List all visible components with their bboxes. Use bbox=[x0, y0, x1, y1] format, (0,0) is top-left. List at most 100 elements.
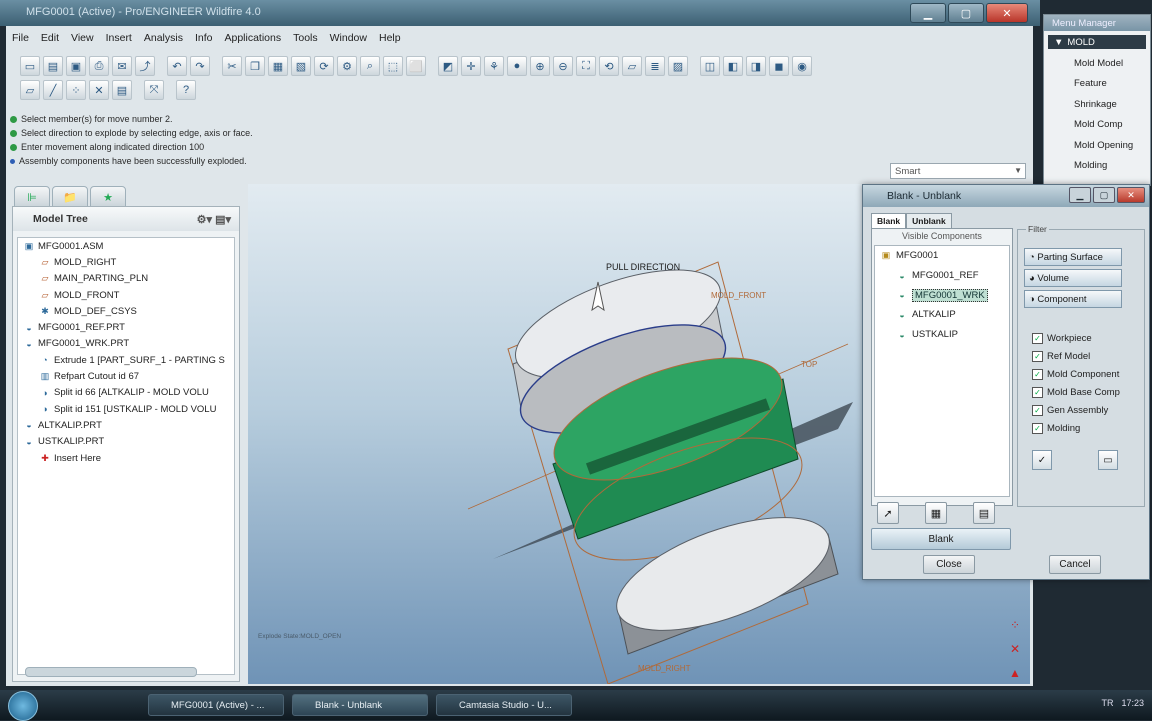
tree-item[interactable]: ✚ Insert Here bbox=[18, 450, 234, 466]
tree-settings-icon[interactable]: ⚙▾ ▤▾ bbox=[197, 213, 231, 226]
reorient-icon[interactable]: ⟲ bbox=[599, 56, 619, 76]
find-icon[interactable]: ⌕ bbox=[360, 56, 380, 76]
saved-views-icon[interactable]: ▱ bbox=[622, 56, 642, 76]
tree-item[interactable]: ▣ MFG0001.ASM bbox=[18, 238, 234, 254]
start-button[interactable] bbox=[8, 691, 38, 721]
datum-plane-icon[interactable]: ▱ bbox=[20, 80, 40, 100]
menu-insert[interactable]: Insert bbox=[100, 32, 138, 48]
repaint-icon[interactable]: ◩ bbox=[438, 56, 458, 76]
dialog-maximize-button[interactable]: ▢ bbox=[1093, 187, 1115, 203]
paste-icon[interactable]: ▦ bbox=[268, 56, 288, 76]
hidden-line-icon[interactable]: ◧ bbox=[723, 56, 743, 76]
mm-item-mold-opening[interactable]: Mold Opening bbox=[1044, 135, 1150, 156]
open-folder-icon[interactable]: ▤ bbox=[43, 56, 63, 76]
maximize-button[interactable]: ▢ bbox=[948, 3, 984, 23]
datum-axis-icon[interactable]: ╱ bbox=[43, 80, 63, 100]
task-camtasia[interactable]: Camtasia Studio - U... bbox=[436, 694, 572, 716]
regenerate-icon[interactable]: ⟳ bbox=[314, 56, 334, 76]
tree-item[interactable]: ◑ Split id 66 [ALTKALIP - MOLD VOLU bbox=[18, 385, 234, 401]
select-all-icon[interactable]: ▦ bbox=[925, 502, 947, 524]
select-window-icon[interactable]: ⬜ bbox=[406, 56, 426, 76]
dialog-close-button[interactable]: ✕ bbox=[1117, 187, 1145, 203]
filter-workpiece-checkbox[interactable]: ✓ Workpiece bbox=[1032, 330, 1092, 346]
menu-info[interactable]: Info bbox=[189, 32, 219, 48]
component-list-item[interactable]: ◒ USTKALIP bbox=[875, 325, 1009, 345]
tree-item[interactable]: ▥ Refpart Cutout id 67 bbox=[18, 368, 234, 384]
tree-item[interactable]: ✱ MOLD_DEF_CSYS bbox=[18, 303, 234, 319]
zoom-in-icon[interactable]: ⊕ bbox=[530, 56, 550, 76]
pick-select-icon[interactable]: ➚ bbox=[877, 502, 899, 524]
deselect-all-icon[interactable]: ▤ bbox=[973, 502, 995, 524]
wireframe-icon[interactable]: ◫ bbox=[700, 56, 720, 76]
datum-point-icon[interactable]: ⁘ bbox=[66, 80, 86, 100]
datum-csys-icon[interactable]: ✕ bbox=[89, 80, 109, 100]
menu-help[interactable]: Help bbox=[373, 32, 407, 48]
tree-item[interactable]: ◒ ALTKALIP.PRT bbox=[18, 417, 234, 433]
tab-unblank[interactable]: Unblank bbox=[906, 213, 952, 228]
regenerate-manager-icon[interactable]: ⚙ bbox=[337, 56, 357, 76]
tab-favorites[interactable]: ★ bbox=[90, 186, 126, 208]
tab-folder-browser[interactable]: 📁 bbox=[52, 186, 88, 208]
tab-blank[interactable]: Blank bbox=[871, 213, 907, 228]
blank-button[interactable]: Blank bbox=[871, 528, 1011, 550]
model-tree-icon[interactable]: ◉ bbox=[792, 56, 812, 76]
mm-item-mold-model[interactable]: Mold Model bbox=[1044, 53, 1150, 74]
redo-icon[interactable]: ↷ bbox=[190, 56, 210, 76]
view-manager-icon[interactable]: ▨ bbox=[668, 56, 688, 76]
zoom-out-icon[interactable]: ⊖ bbox=[553, 56, 573, 76]
tree-item[interactable]: ◒ MFG0001_WRK.PRT bbox=[18, 336, 234, 352]
task-proe[interactable]: MFG0001 (Active) - ... bbox=[148, 694, 284, 716]
component-list-item[interactable]: ◒ MFG0001_WRK bbox=[875, 285, 1009, 305]
language-indicator[interactable]: TR bbox=[1101, 698, 1113, 708]
mm-item-molding[interactable]: Molding bbox=[1044, 156, 1150, 177]
new-file-icon[interactable]: ▭ bbox=[20, 56, 40, 76]
menu-tools[interactable]: Tools bbox=[287, 32, 324, 48]
mm-item-feature[interactable]: Feature bbox=[1044, 74, 1150, 95]
tree-item[interactable]: ◒ USTKALIP.PRT bbox=[18, 434, 234, 450]
layers-icon[interactable]: ≣ bbox=[645, 56, 665, 76]
component-list-item[interactable]: ◒ MFG0001_REF bbox=[875, 266, 1009, 286]
save-icon[interactable]: ▣ bbox=[66, 56, 86, 76]
copy-icon[interactable]: ❐ bbox=[245, 56, 265, 76]
clear-all-filters-icon[interactable]: ▭ bbox=[1098, 450, 1118, 470]
no-hidden-icon[interactable]: ◨ bbox=[746, 56, 766, 76]
mm-item-mold-comp[interactable]: Mold Comp bbox=[1044, 115, 1150, 136]
select-all-filters-icon[interactable]: ✓ bbox=[1032, 450, 1052, 470]
tree-item[interactable]: ◒ MFG0001_REF.PRT bbox=[18, 319, 234, 335]
orient-mode-icon[interactable]: ⚘ bbox=[484, 56, 504, 76]
refit-icon[interactable]: ⛶ bbox=[576, 56, 596, 76]
appearance-icon[interactable]: ● bbox=[507, 56, 527, 76]
horizontal-scrollbar[interactable] bbox=[25, 667, 197, 677]
cut-icon[interactable]: ✂ bbox=[222, 56, 242, 76]
menu-file[interactable]: File bbox=[6, 32, 35, 48]
print-icon[interactable]: ⎙ bbox=[89, 56, 109, 76]
cancel-button[interactable]: Cancel bbox=[1049, 555, 1101, 574]
tree-item[interactable]: ▱ MOLD_RIGHT bbox=[18, 254, 234, 270]
tab-model-tree[interactable]: ⊫ bbox=[14, 186, 50, 208]
filter-molding-checkbox[interactable]: ✓ Molding bbox=[1032, 420, 1080, 436]
component-list-item[interactable]: ◒ ALTKALIP bbox=[875, 305, 1009, 325]
task-blank-unblank[interactable]: Blank - Unblank bbox=[292, 694, 428, 716]
trim-tool-icon[interactable]: ✕ bbox=[1006, 642, 1024, 662]
tree-item[interactable]: ◔ Extrude 1 [PART_SURF_1 - PARTING S bbox=[18, 352, 234, 368]
menu-applications[interactable]: Applications bbox=[218, 32, 287, 48]
select-box-icon[interactable]: ⬚ bbox=[383, 56, 403, 76]
component-list-item[interactable]: ▣ MFG0001 bbox=[875, 246, 1009, 266]
mm-item-shrinkage[interactable]: Shrinkage bbox=[1044, 94, 1150, 115]
close-window-button[interactable]: ✕ bbox=[986, 3, 1028, 23]
clock[interactable]: 17:23 bbox=[1121, 698, 1144, 708]
explode-icon[interactable]: ⤧ bbox=[144, 80, 164, 100]
dialog-minimize-button[interactable]: ▁ bbox=[1069, 187, 1091, 203]
undo-icon[interactable]: ↶ bbox=[167, 56, 187, 76]
menu-view[interactable]: View bbox=[65, 32, 100, 48]
tree-item[interactable]: ▱ MOLD_FRONT bbox=[18, 287, 234, 303]
context-help-icon[interactable]: ? bbox=[176, 80, 196, 100]
mold-tool-icon[interactable]: ▲ bbox=[1006, 666, 1024, 686]
filter-volume-button[interactable]: ◕ Volume bbox=[1024, 269, 1122, 287]
send-icon[interactable]: ⤴ bbox=[135, 56, 155, 76]
annotation-icon[interactable]: ▤ bbox=[112, 80, 132, 100]
minimize-button[interactable]: ▁ bbox=[910, 3, 946, 23]
spin-center-icon[interactable]: ✛ bbox=[461, 56, 481, 76]
explode-tool-icon[interactable]: ⁘ bbox=[1006, 618, 1024, 638]
shading-icon[interactable]: ◼ bbox=[769, 56, 789, 76]
